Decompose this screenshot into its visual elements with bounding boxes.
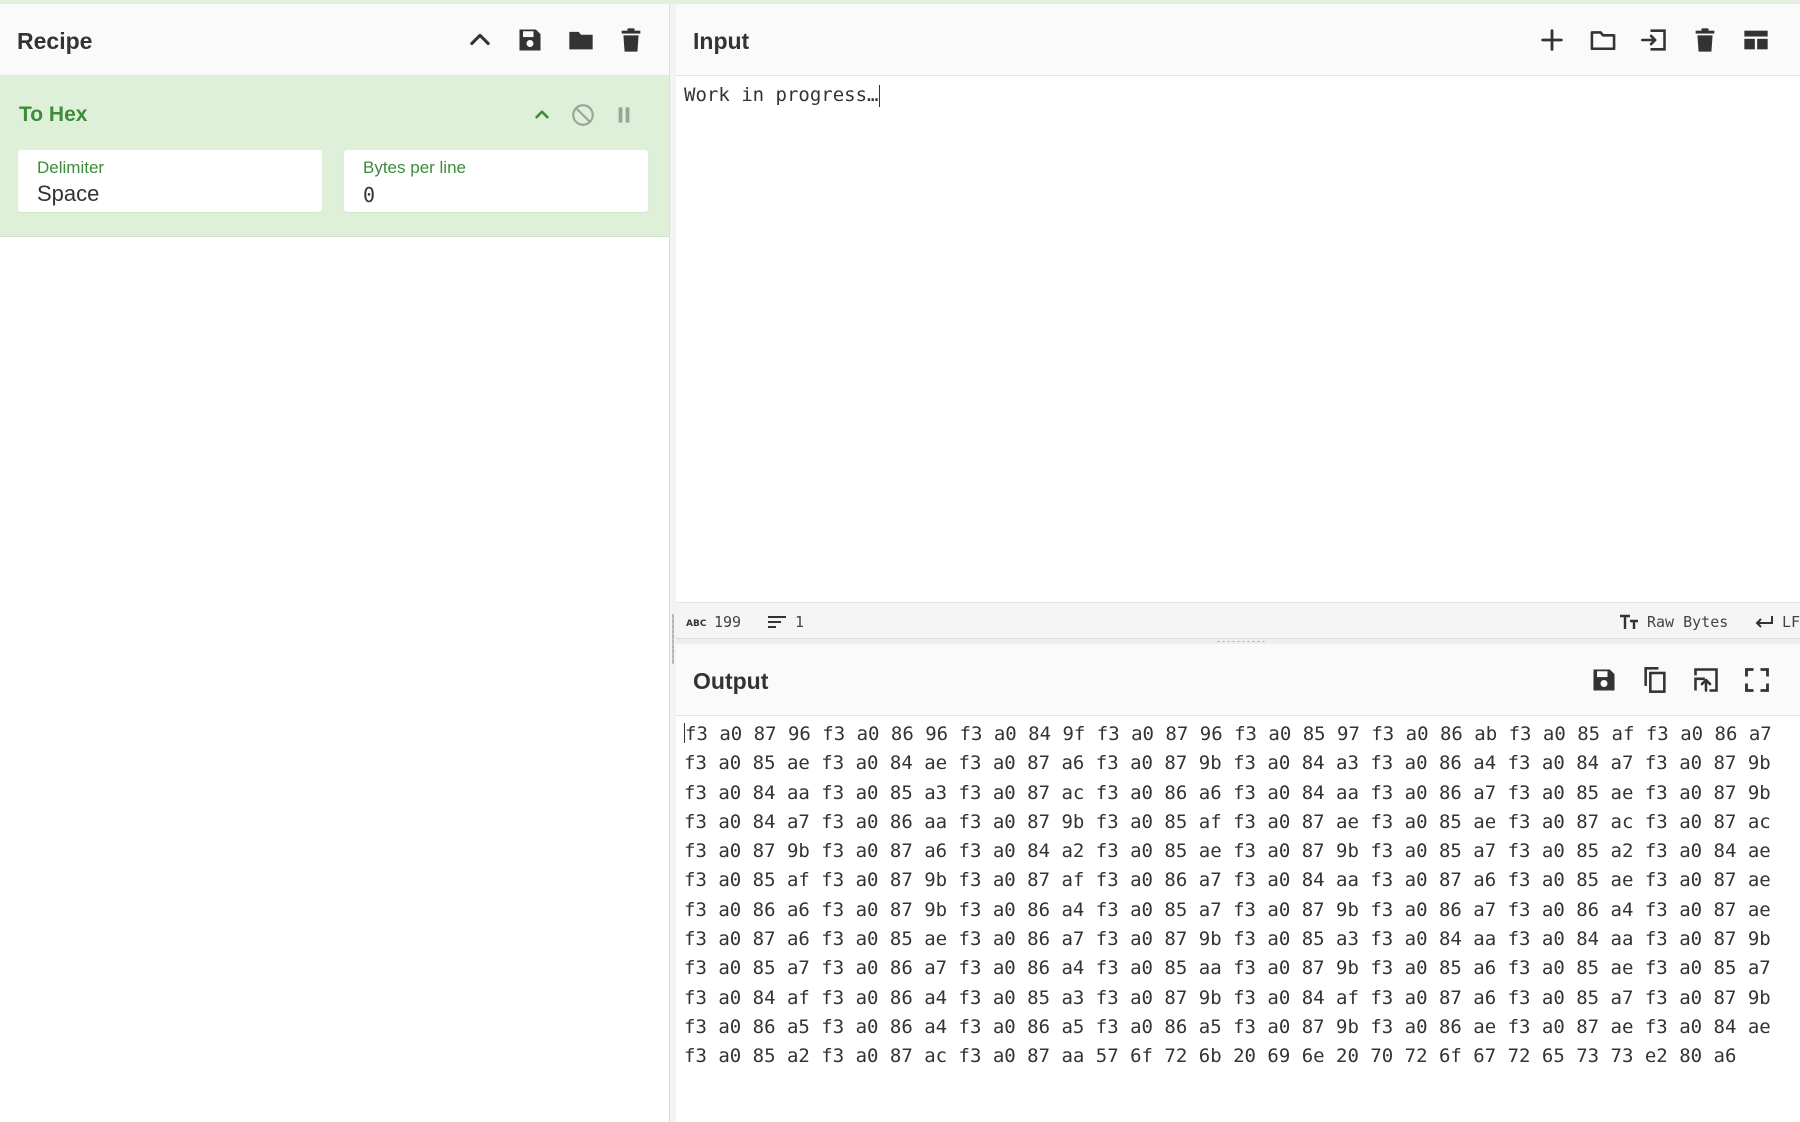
input-eol-button[interactable]: LF: [1754, 613, 1800, 631]
bytes-per-line-input[interactable]: 0: [363, 183, 623, 207]
output-line: f3 a0 84 a7 f3 a0 86 aa f3 a0 87 9b f3 a…: [684, 810, 1771, 833]
splitter-grip[interactable]: [672, 614, 674, 664]
folder-icon: [569, 31, 593, 50]
output-line: f3 a0 86 a6 f3 a0 87 9b f3 a0 86 a4 f3 a…: [684, 898, 1771, 921]
clear-input-button[interactable]: [1687, 22, 1723, 58]
svg-text:ABC: ABC: [686, 619, 706, 629]
input-text: Work in progress…: [684, 84, 879, 106]
output-line: f3 a0 87 96 f3 a0 86 96 f3 a0 84 9f f3 a…: [684, 723, 1772, 745]
input-title: Input: [693, 28, 750, 54]
disable-icon: [572, 104, 594, 126]
abc-icon: ABC: [686, 619, 706, 629]
save-output-button[interactable]: [1586, 662, 1622, 698]
replace-input-button[interactable]: [1688, 662, 1724, 698]
copy-output-button[interactable]: [1637, 662, 1673, 698]
recipe-title: Recipe: [17, 28, 93, 54]
save-recipe-button[interactable]: [512, 22, 548, 58]
input-header: Input: [676, 4, 1800, 76]
input-lines: 1: [795, 613, 805, 631]
operation-title: To Hex: [19, 103, 88, 126]
save-icon: [1593, 669, 1615, 691]
output-header: Output: [676, 644, 1800, 716]
output-textarea[interactable]: f3 a0 87 96 f3 a0 86 96 f3 a0 84 9f f3 a…: [684, 720, 1794, 1072]
output-line: f3 a0 84 aa f3 a0 85 a3 f3 a0 87 ac f3 a…: [684, 781, 1771, 804]
layout-icon: [1744, 30, 1768, 50]
breakpoint-button[interactable]: [607, 98, 641, 132]
input-encoding-button[interactable]: Raw Bytes: [1619, 613, 1728, 631]
save-icon: [519, 29, 541, 51]
trash-icon: [621, 28, 641, 52]
input-textarea[interactable]: Work in progress…: [684, 84, 1784, 107]
input-status-bar: ABC 199 1 Raw Bytes LF: [676, 602, 1800, 639]
clear-recipe-button[interactable]: [613, 22, 649, 58]
open-in-new-icon: [1694, 668, 1718, 692]
chevron-up-icon: [470, 33, 490, 46]
input-file-icon: [1641, 29, 1666, 51]
collapse-all-button[interactable]: [462, 22, 498, 58]
input-eol: LF: [1782, 613, 1800, 631]
chevron-up-icon: [535, 110, 549, 119]
bytes-per-line-field[interactable]: Bytes per line 0: [344, 150, 648, 212]
folder-outline-icon: [1590, 31, 1616, 51]
output-line: f3 a0 85 a7 f3 a0 86 a7 f3 a0 86 a4 f3 a…: [684, 957, 1771, 980]
recipe-header: Recipe: [0, 4, 669, 76]
text-size-icon: [1620, 614, 1638, 629]
input-length: 199: [714, 613, 742, 631]
recipe-pane: Recipe To Hex Delimiter Space Bytes per …: [0, 4, 670, 1122]
open-file-button[interactable]: [1636, 22, 1672, 58]
disable-operation-button[interactable]: [566, 98, 600, 132]
output-title: Output: [693, 668, 769, 694]
output-line: f3 a0 87 a6 f3 a0 85 ae f3 a0 86 a7 f3 a…: [684, 928, 1771, 951]
return-icon: [1755, 616, 1773, 628]
delimiter-field[interactable]: Delimiter Space: [18, 150, 322, 212]
add-input-tab-button[interactable]: [1534, 22, 1570, 58]
output-line: f3 a0 85 ae f3 a0 84 ae f3 a0 87 a6 f3 a…: [684, 752, 1771, 775]
output-line: f3 a0 85 af f3 a0 87 9b f3 a0 87 af f3 a…: [684, 869, 1771, 892]
input-length-stat: ABC 199: [686, 613, 741, 631]
input-pane: Input Work in progress… ABC 199 1 Raw By…: [676, 4, 1800, 639]
maximise-output-button[interactable]: [1739, 662, 1775, 698]
delimiter-select[interactable]: Space: [37, 181, 297, 207]
trash-icon: [1695, 28, 1715, 52]
output-pane: Output f3 a0 87 96 f3 a0 86 96 f3 a0 84 …: [676, 644, 1800, 1122]
output-line: f3 a0 84 af f3 a0 86 a4 f3 a0 85 a3 f3 a…: [684, 986, 1771, 1009]
bytes-per-line-label: Bytes per line: [363, 158, 466, 177]
plus-icon: [1541, 29, 1563, 51]
output-line: f3 a0 86 a5 f3 a0 86 a4 f3 a0 86 a5 f3 a…: [684, 1015, 1771, 1038]
open-folder-button[interactable]: [1585, 22, 1621, 58]
output-line: f3 a0 85 a2 f3 a0 87 ac f3 a0 87 aa 57 6…: [684, 1045, 1737, 1068]
delimiter-label: Delimiter: [37, 158, 105, 177]
fullscreen-icon: [1745, 668, 1769, 692]
splitter-grip[interactable]: [1216, 640, 1266, 643]
lines-icon: [768, 616, 786, 628]
collapse-operation-button[interactable]: [525, 98, 559, 132]
reset-layout-button[interactable]: [1738, 22, 1774, 58]
copy-icon: [1644, 667, 1666, 693]
load-recipe-button[interactable]: [563, 22, 599, 58]
input-encoding: Raw Bytes: [1647, 613, 1729, 631]
pause-icon: [618, 107, 630, 123]
input-lines-stat: 1: [767, 613, 804, 631]
operation-to-hex[interactable]: To Hex Delimiter Space Bytes per line 0: [0, 76, 669, 237]
output-line: f3 a0 87 9b f3 a0 87 a6 f3 a0 84 a2 f3 a…: [684, 840, 1771, 863]
text-caret: [879, 84, 881, 107]
